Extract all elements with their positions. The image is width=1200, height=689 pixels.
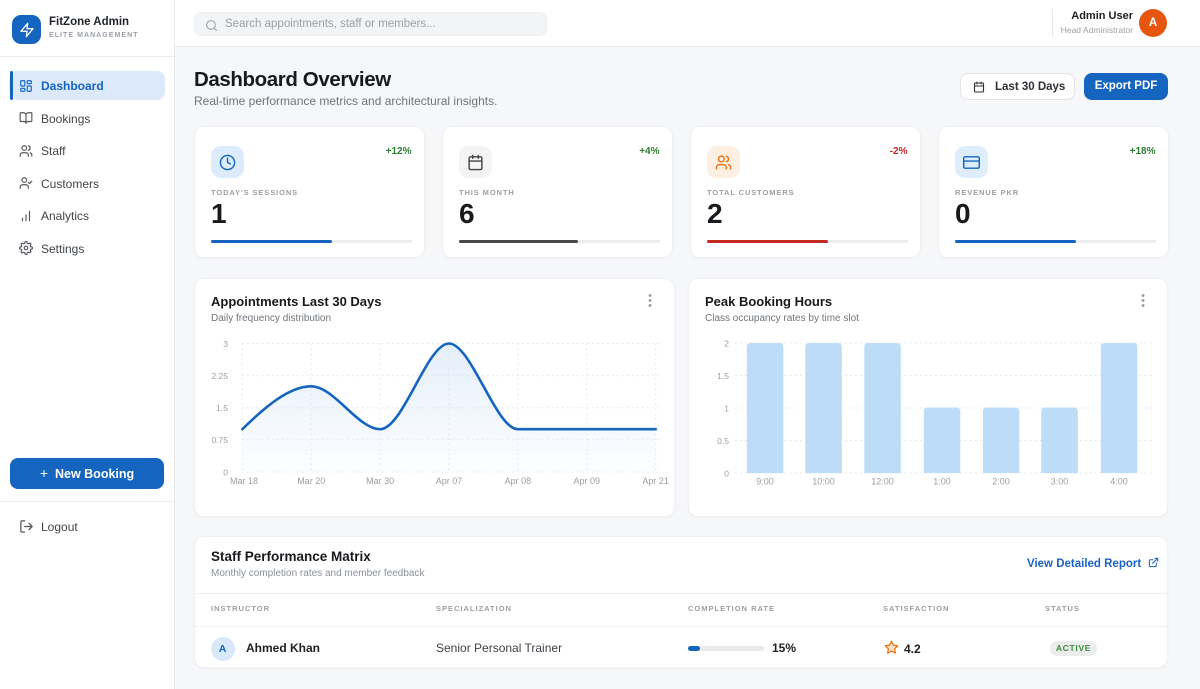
svg-text:9:00: 9:00 (756, 477, 774, 487)
svg-text:Mar 30: Mar 30 (366, 476, 394, 486)
svg-text:1: 1 (724, 404, 729, 414)
svg-text:4:00: 4:00 (1110, 477, 1128, 487)
svg-text:Apr 07: Apr 07 (436, 476, 463, 486)
svg-text:0: 0 (223, 468, 228, 478)
svg-text:Mar 18: Mar 18 (230, 476, 258, 486)
svg-text:Mar 20: Mar 20 (297, 476, 325, 486)
svg-text:1.5: 1.5 (216, 403, 228, 413)
svg-text:0.75: 0.75 (211, 435, 228, 445)
svg-text:Apr 21: Apr 21 (642, 476, 669, 486)
svg-text:2.25: 2.25 (211, 371, 228, 381)
svg-text:10:00: 10:00 (812, 477, 835, 487)
svg-text:3:00: 3:00 (1051, 477, 1069, 487)
svg-text:0: 0 (724, 469, 729, 479)
svg-text:2:00: 2:00 (992, 477, 1010, 487)
svg-text:Apr 09: Apr 09 (574, 476, 601, 486)
svg-text:12:00: 12:00 (871, 477, 894, 487)
svg-text:Apr 08: Apr 08 (505, 476, 532, 486)
svg-text:3: 3 (223, 339, 228, 349)
svg-text:0.5: 0.5 (717, 436, 729, 446)
svg-text:1.5: 1.5 (717, 371, 729, 381)
svg-text:2: 2 (724, 339, 729, 349)
svg-text:1:00: 1:00 (933, 477, 951, 487)
